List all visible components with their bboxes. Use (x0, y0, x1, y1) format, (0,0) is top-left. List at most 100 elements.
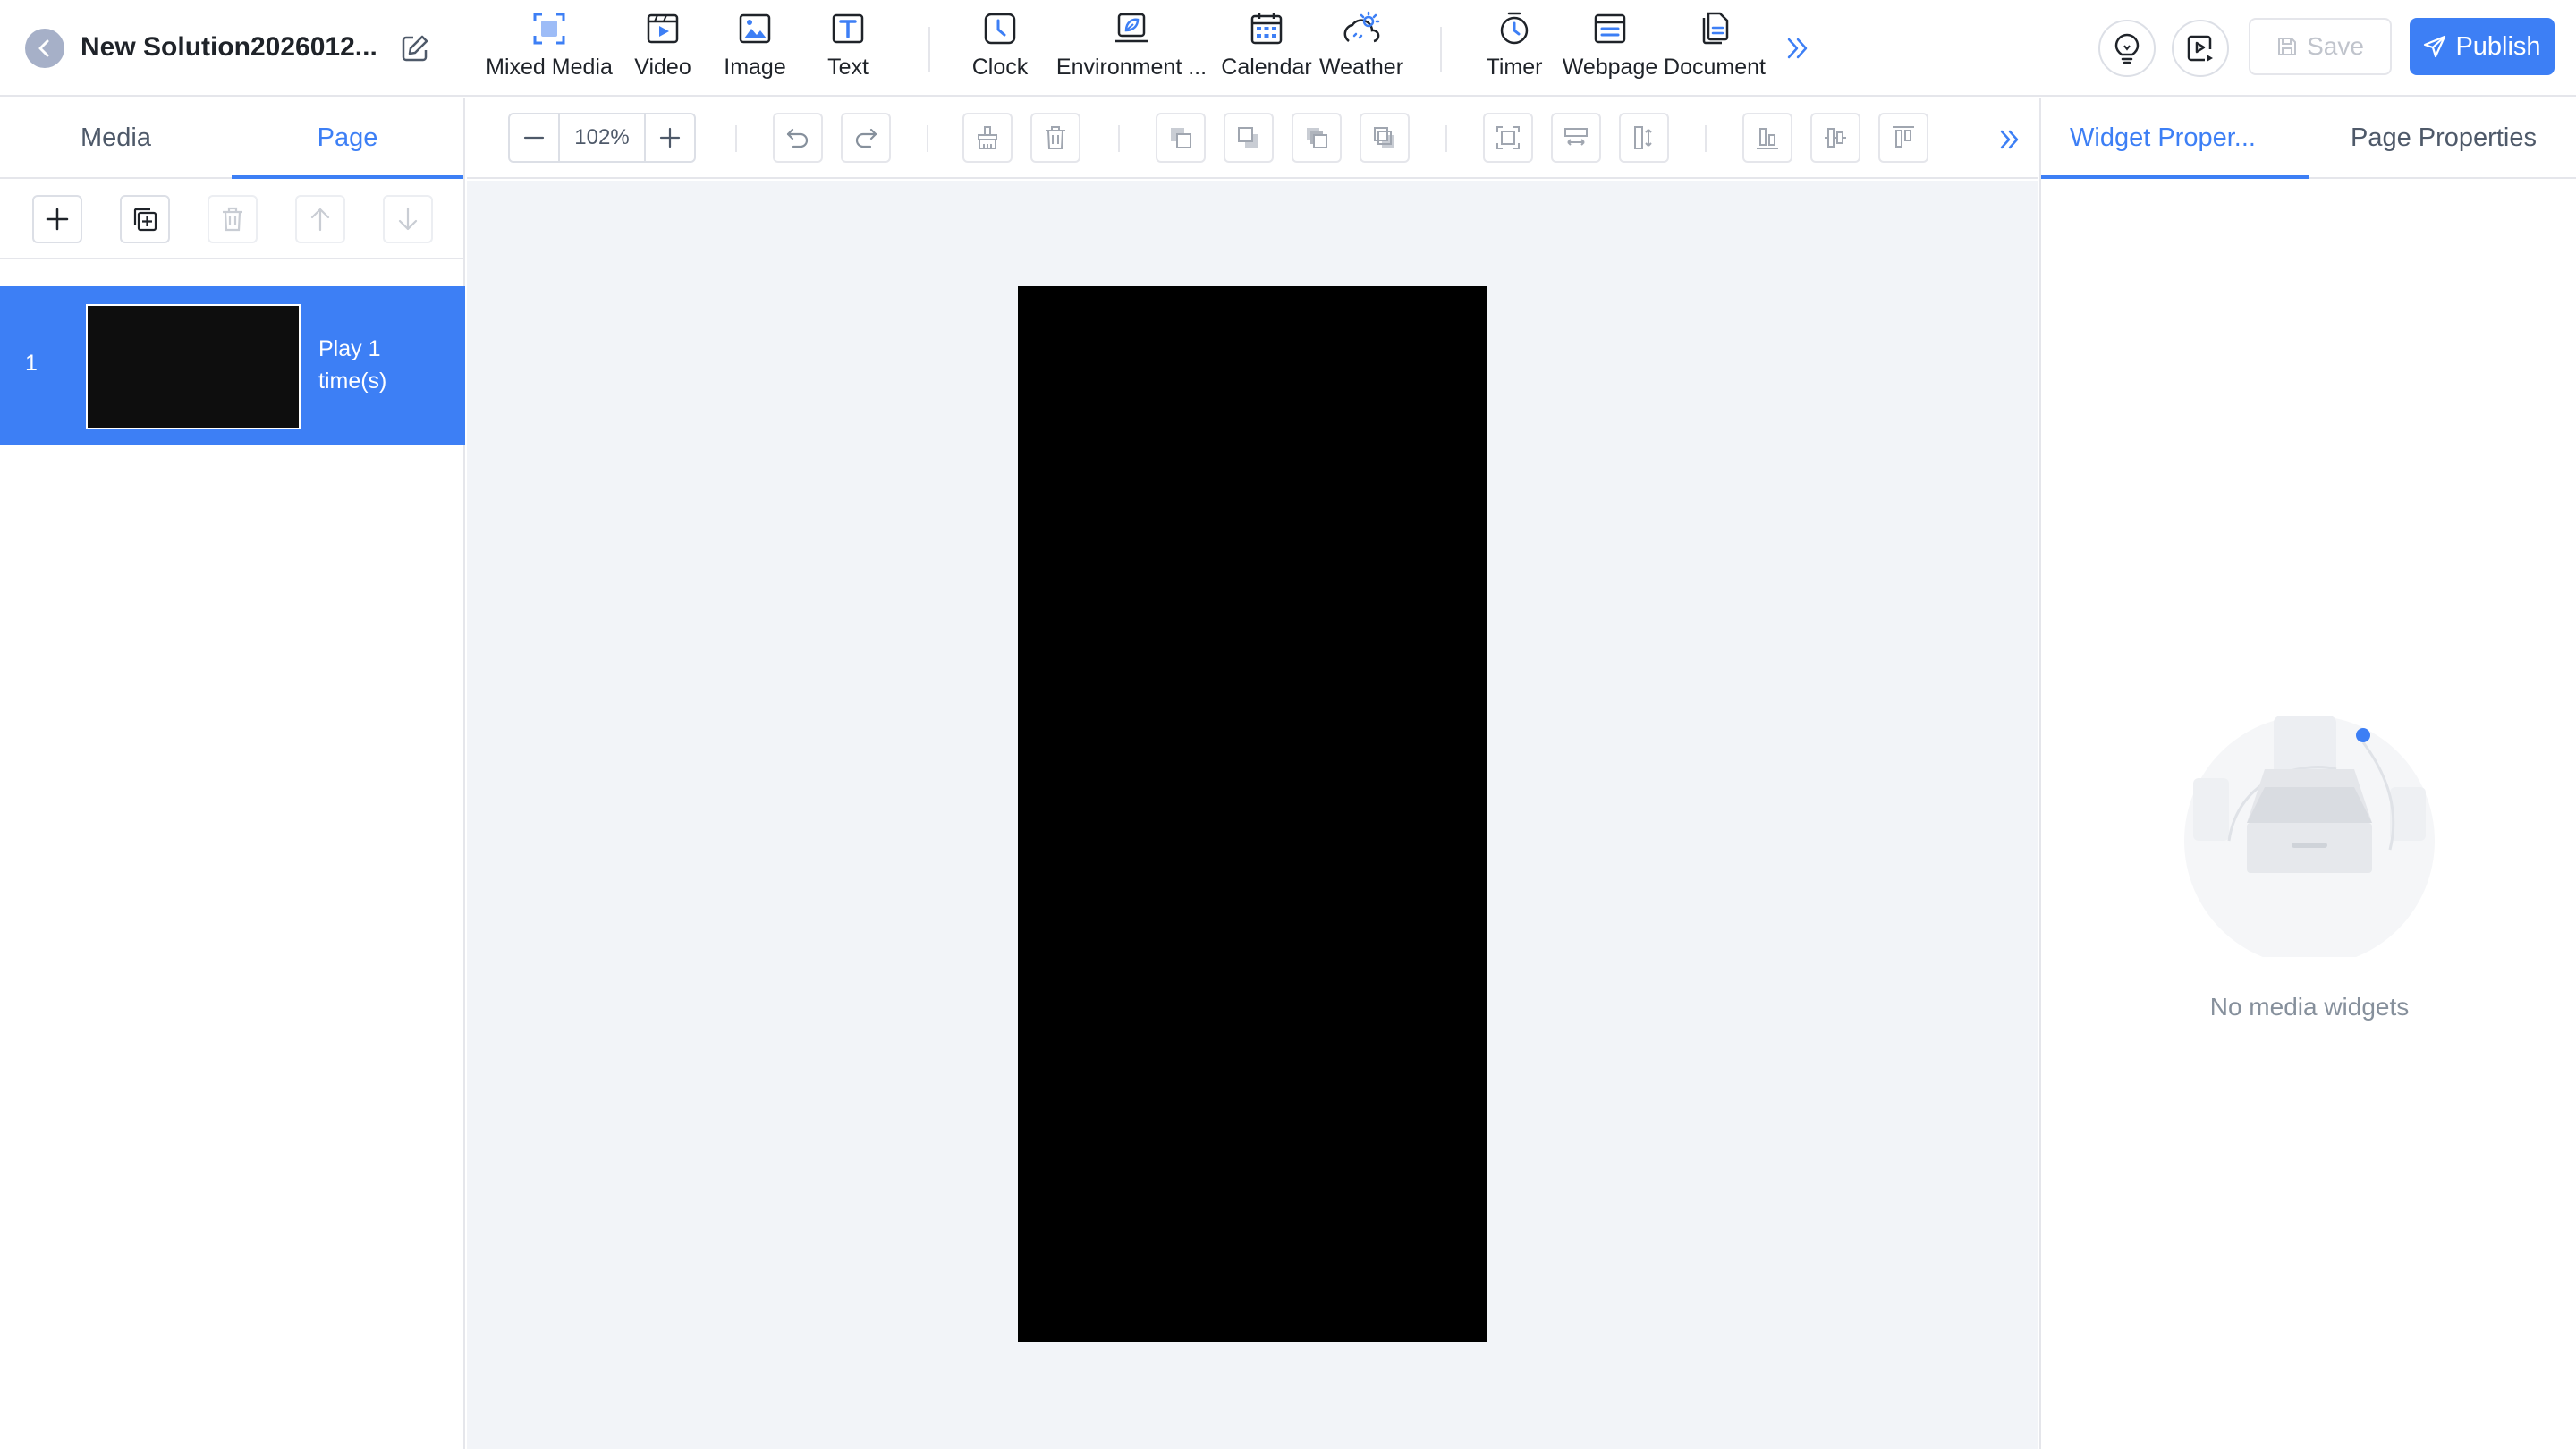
align-middle-icon (1825, 128, 1846, 148)
align-bottom-button[interactable] (1742, 113, 1792, 163)
tool-calendar[interactable]: Calendar (1220, 9, 1313, 86)
brush-clear-icon (978, 126, 997, 149)
tool-environment[interactable]: Environment ... (1048, 9, 1215, 86)
top-bar: New Solution2026012... Mixed Media Video… (0, 0, 2576, 97)
fit-height-button[interactable] (1619, 113, 1669, 163)
align-middle-button[interactable] (1810, 113, 1860, 163)
send-icon (2424, 35, 2446, 58)
send-to-back-icon (1238, 127, 1258, 148)
move-page-down-button[interactable] (383, 195, 433, 243)
environment-icon (1114, 9, 1149, 48)
send-to-back-button[interactable] (1224, 113, 1274, 163)
trash-icon (223, 207, 242, 232)
mixed-media-icon (531, 9, 567, 48)
save-icon (2278, 38, 2297, 55)
delete-page-button[interactable] (208, 195, 258, 243)
tool-label: Environment ... (1055, 55, 1208, 80)
double-chevron-right-icon (2000, 130, 2019, 149)
page-list-item[interactable]: 1 Play 1 time(s) (0, 286, 465, 445)
clock-icon (982, 9, 1018, 48)
tips-button[interactable] (2098, 20, 2156, 77)
trash-icon (1046, 126, 1065, 149)
left-panel: Media Page 1 Play 1 time(s) (0, 98, 465, 1449)
tool-label: Image (724, 55, 786, 80)
zoom-out-button[interactable] (510, 114, 558, 161)
weather-icon (1342, 9, 1381, 48)
clear-button[interactable] (962, 113, 1013, 163)
undo-button[interactable] (773, 113, 823, 163)
right-tabs: Widget Proper... Page Properties (2041, 98, 2576, 179)
page-play-count: Play 1 time(s) (318, 336, 387, 394)
copy-page-button[interactable] (120, 195, 170, 243)
undo-icon (786, 128, 809, 148)
edit-title-button[interactable] (399, 32, 431, 64)
fit-height-icon (1634, 126, 1652, 149)
send-backward-icon (1374, 127, 1394, 148)
page-number: 1 (25, 351, 38, 376)
tool-text[interactable]: Text (818, 9, 878, 86)
redo-button[interactable] (841, 113, 891, 163)
copy-add-icon (133, 208, 157, 232)
divider (1118, 125, 1120, 152)
tool-image[interactable]: Image (721, 9, 789, 86)
more-edit-tools-button[interactable] (1996, 123, 2023, 156)
publish-button[interactable]: Publish (2410, 18, 2555, 75)
add-page-button[interactable] (32, 195, 82, 243)
tool-label: Timer (1486, 55, 1543, 80)
empty-box-illustration (2184, 680, 2435, 957)
image-icon (737, 9, 773, 48)
bring-forward-button[interactable] (1292, 113, 1342, 163)
page-toolbar (0, 179, 463, 259)
tool-timer[interactable]: Timer (1481, 9, 1547, 86)
divider (1705, 125, 1707, 152)
tool-weather[interactable]: Weather (1318, 9, 1404, 86)
document-icon (1697, 9, 1733, 48)
zoom-in-button[interactable] (646, 114, 694, 161)
tool-label: Webpage (1562, 55, 1658, 80)
bring-to-front-icon (1171, 128, 1191, 148)
fit-full-screen-button[interactable] (1483, 113, 1533, 163)
save-button[interactable]: Save (2249, 18, 2392, 75)
back-button[interactable] (25, 29, 64, 68)
tab-widget-properties[interactable]: Widget Proper... (2041, 98, 2309, 179)
tool-label: Video (634, 55, 691, 80)
tool-label: Calendar (1221, 55, 1312, 80)
canvas-area (467, 181, 2038, 1449)
align-bottom-icon (1757, 128, 1778, 149)
tool-clock[interactable]: Clock (966, 9, 1034, 86)
webpage-icon (1592, 9, 1628, 48)
page-canvas[interactable] (1018, 286, 1487, 1342)
tool-label: Weather (1318, 55, 1404, 80)
move-page-up-button[interactable] (295, 195, 345, 243)
left-tabs: Media Page (0, 98, 463, 179)
tab-page[interactable]: Page (232, 98, 463, 179)
send-backward-button[interactable] (1360, 113, 1410, 163)
tool-document[interactable]: Document (1662, 9, 1767, 86)
preview-button[interactable] (2172, 20, 2229, 77)
tab-media[interactable]: Media (0, 98, 232, 177)
zoom-level: 102% (558, 114, 646, 161)
empty-state-message: No media widgets (2209, 993, 2410, 1021)
text-icon (830, 9, 866, 48)
bring-to-front-button[interactable] (1156, 113, 1206, 163)
double-chevron-right-icon (1787, 38, 1808, 59)
delete-widget-button[interactable] (1030, 113, 1080, 163)
plus-icon (46, 208, 69, 231)
right-panel: Widget Proper... Page Properties No medi… (2039, 98, 2576, 1449)
divider (1440, 27, 1442, 72)
lightbulb-icon (2114, 33, 2140, 64)
tool-mixed-media[interactable]: Mixed Media (483, 9, 615, 86)
tool-video[interactable]: Video (631, 9, 694, 86)
divider (928, 27, 930, 72)
align-top-button[interactable] (1878, 113, 1928, 163)
tool-webpage[interactable]: Webpage (1562, 9, 1658, 86)
fit-width-button[interactable] (1551, 113, 1601, 163)
publish-label: Publish (2455, 31, 2541, 61)
preview-play-icon (2187, 35, 2213, 62)
more-tools-button[interactable] (1784, 30, 1812, 66)
tab-page-properties[interactable]: Page Properties (2309, 98, 2576, 177)
bring-forward-icon (1307, 128, 1327, 148)
minus-icon (523, 136, 545, 140)
timer-icon (1496, 9, 1532, 48)
divider (927, 125, 928, 152)
